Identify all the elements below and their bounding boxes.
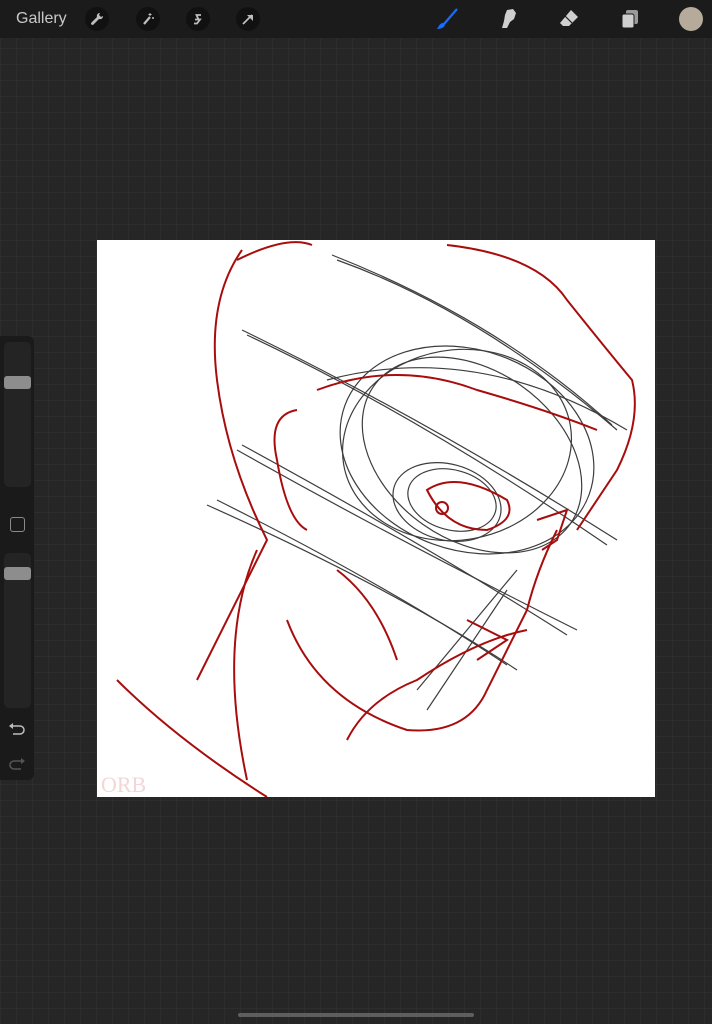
gallery-button[interactable]: Gallery (16, 10, 67, 28)
artist-signature: ORB (101, 772, 146, 797)
redo-icon[interactable] (8, 757, 26, 773)
graphite-construction-lines (206, 254, 628, 711)
eraser-icon[interactable] (556, 6, 582, 32)
brush-size-slider[interactable] (4, 342, 31, 487)
layers-icon[interactable] (617, 6, 643, 32)
modify-button[interactable] (10, 517, 25, 532)
smudge-icon[interactable] (496, 6, 522, 32)
selection-icon[interactable] (186, 7, 210, 31)
sketch-artwork: ORB (101, 241, 636, 797)
top-toolbar: Gallery (0, 0, 712, 38)
drawing-canvas[interactable]: ORB (97, 240, 655, 797)
sidebar (0, 336, 34, 780)
transform-arrow-icon[interactable] (236, 7, 260, 31)
opacity-slider[interactable] (4, 553, 31, 708)
brush-icon[interactable] (434, 6, 460, 32)
actions-wrench-icon[interactable] (85, 7, 109, 31)
undo-icon[interactable] (8, 722, 26, 738)
brush-size-thumb[interactable] (4, 376, 31, 390)
color-picker-swatch[interactable] (679, 7, 703, 31)
opacity-thumb[interactable] (4, 567, 31, 581)
home-indicator (238, 1013, 474, 1017)
adjustments-magic-wand-icon[interactable] (136, 7, 160, 31)
